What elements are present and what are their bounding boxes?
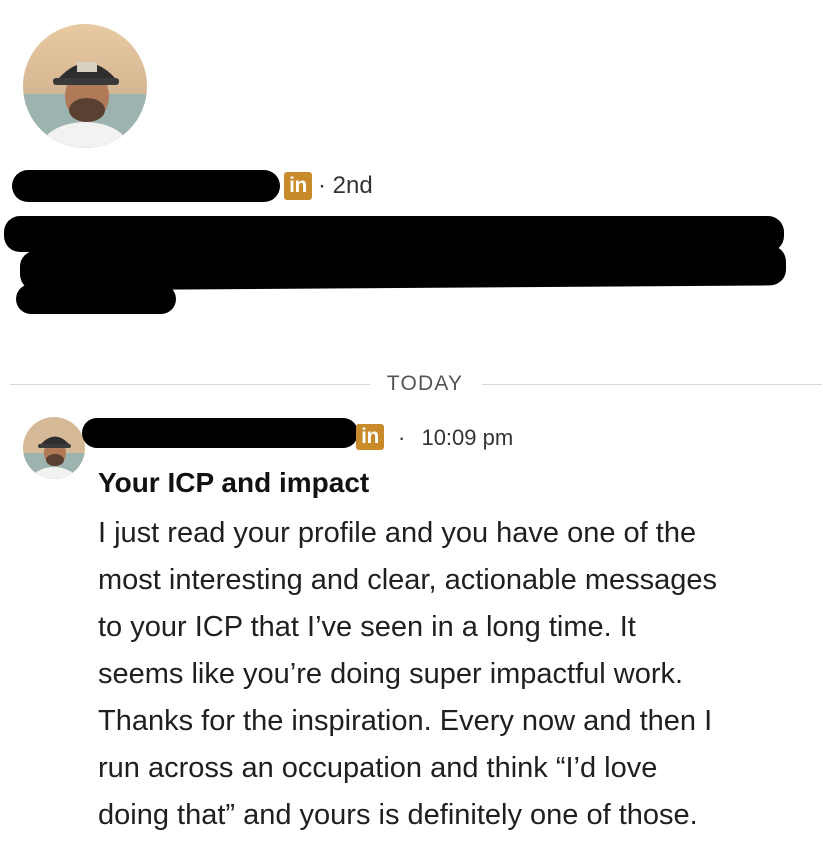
message-timestamp: 10:09 pm bbox=[421, 425, 514, 450]
connection-degree: · 2nd bbox=[318, 172, 373, 200]
avatar-photo-icon bbox=[23, 417, 85, 479]
redacted-name bbox=[12, 170, 280, 202]
redacted-sender-name bbox=[82, 418, 358, 448]
message-subject: Your ICP and impact bbox=[98, 467, 370, 498]
message-body-line: run across an occupation and think “I’d … bbox=[98, 752, 658, 784]
message-body-line: seems like you’re doing super impactful … bbox=[98, 658, 684, 690]
message-body-line: Thanks for the inspiration. Every now an… bbox=[98, 705, 713, 737]
message-body-line: most interesting and clear, actionable m… bbox=[98, 564, 718, 596]
avatar-photo-icon bbox=[23, 24, 147, 148]
separator-dot: · bbox=[398, 425, 406, 450]
linkedin-icon: in bbox=[284, 172, 312, 200]
separator-dot: · bbox=[318, 172, 333, 199]
redacted-headline-3 bbox=[16, 284, 176, 314]
profile-avatar[interactable] bbox=[23, 24, 147, 148]
linkedin-icon: in bbox=[356, 424, 384, 450]
divider-line-right bbox=[482, 384, 822, 385]
sender-avatar[interactable] bbox=[23, 417, 85, 479]
day-divider: TODAY bbox=[386, 372, 464, 395]
message-meta: · 10:09 pm bbox=[398, 425, 513, 451]
message-body-line: I just read your profile and you have on… bbox=[98, 517, 697, 549]
connection-degree-label: 2nd bbox=[332, 172, 373, 199]
divider-line-left bbox=[10, 384, 370, 385]
message-body: I just read your profile and you have on… bbox=[98, 510, 798, 839]
message-body-line: doing that” and yours is definitely one … bbox=[98, 799, 698, 831]
message-body-line: to your ICP that I’ve seen in a long tim… bbox=[98, 611, 636, 643]
